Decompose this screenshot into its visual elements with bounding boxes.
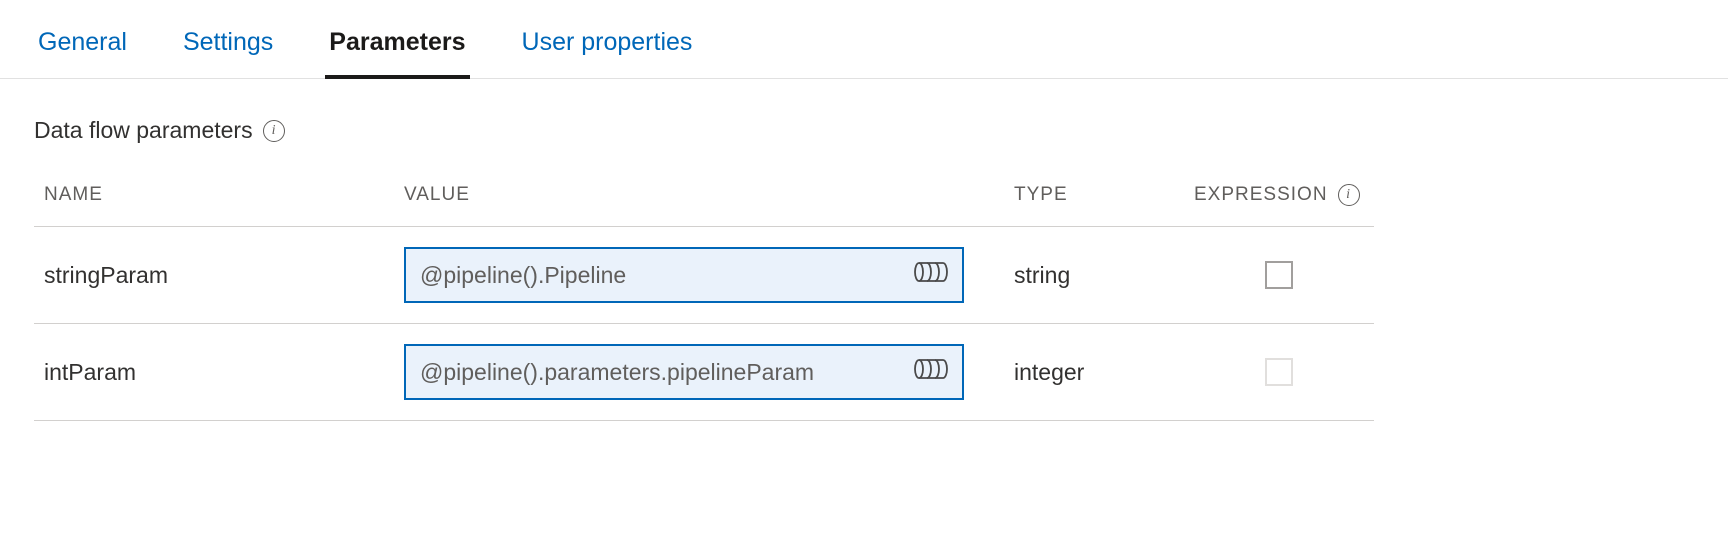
value-input[interactable]: @pipeline().Pipeline bbox=[404, 247, 964, 303]
section-title-text: Data flow parameters bbox=[34, 117, 253, 144]
value-text: @pipeline().Pipeline bbox=[420, 262, 626, 289]
value-input[interactable]: @pipeline().parameters.pipelineParam bbox=[404, 344, 964, 400]
parameters-table: NAME VALUE TYPE EXPRESSION i stringParam… bbox=[34, 174, 1374, 421]
tab-general[interactable]: General bbox=[34, 20, 131, 79]
tab-parameters[interactable]: Parameters bbox=[325, 20, 469, 79]
value-text: @pipeline().parameters.pipelineParam bbox=[420, 359, 814, 386]
column-header-expression-text: EXPRESSION bbox=[1194, 184, 1328, 206]
columns-icon[interactable] bbox=[914, 261, 948, 289]
param-type: integer bbox=[1004, 324, 1184, 421]
param-name: intParam bbox=[34, 324, 394, 421]
table-row: stringParam @pipeline().Pipeline bbox=[34, 227, 1374, 324]
tab-settings[interactable]: Settings bbox=[179, 20, 277, 79]
expression-checkbox bbox=[1265, 358, 1293, 386]
expression-checkbox[interactable] bbox=[1265, 261, 1293, 289]
table-row: intParam @pipeline().parameters.pipeline… bbox=[34, 324, 1374, 421]
info-icon[interactable]: i bbox=[1338, 184, 1360, 206]
param-type: string bbox=[1004, 227, 1184, 324]
column-header-expression: EXPRESSION i bbox=[1184, 174, 1374, 227]
tab-bar: General Settings Parameters User propert… bbox=[0, 0, 1728, 79]
info-icon[interactable]: i bbox=[263, 120, 285, 142]
tab-user-properties[interactable]: User properties bbox=[518, 20, 697, 79]
column-header-name: NAME bbox=[34, 174, 394, 227]
column-header-type: TYPE bbox=[1004, 174, 1184, 227]
section-title: Data flow parameters i bbox=[34, 117, 1694, 144]
param-name: stringParam bbox=[34, 227, 394, 324]
column-header-value: VALUE bbox=[394, 174, 1004, 227]
columns-icon[interactable] bbox=[914, 358, 948, 386]
